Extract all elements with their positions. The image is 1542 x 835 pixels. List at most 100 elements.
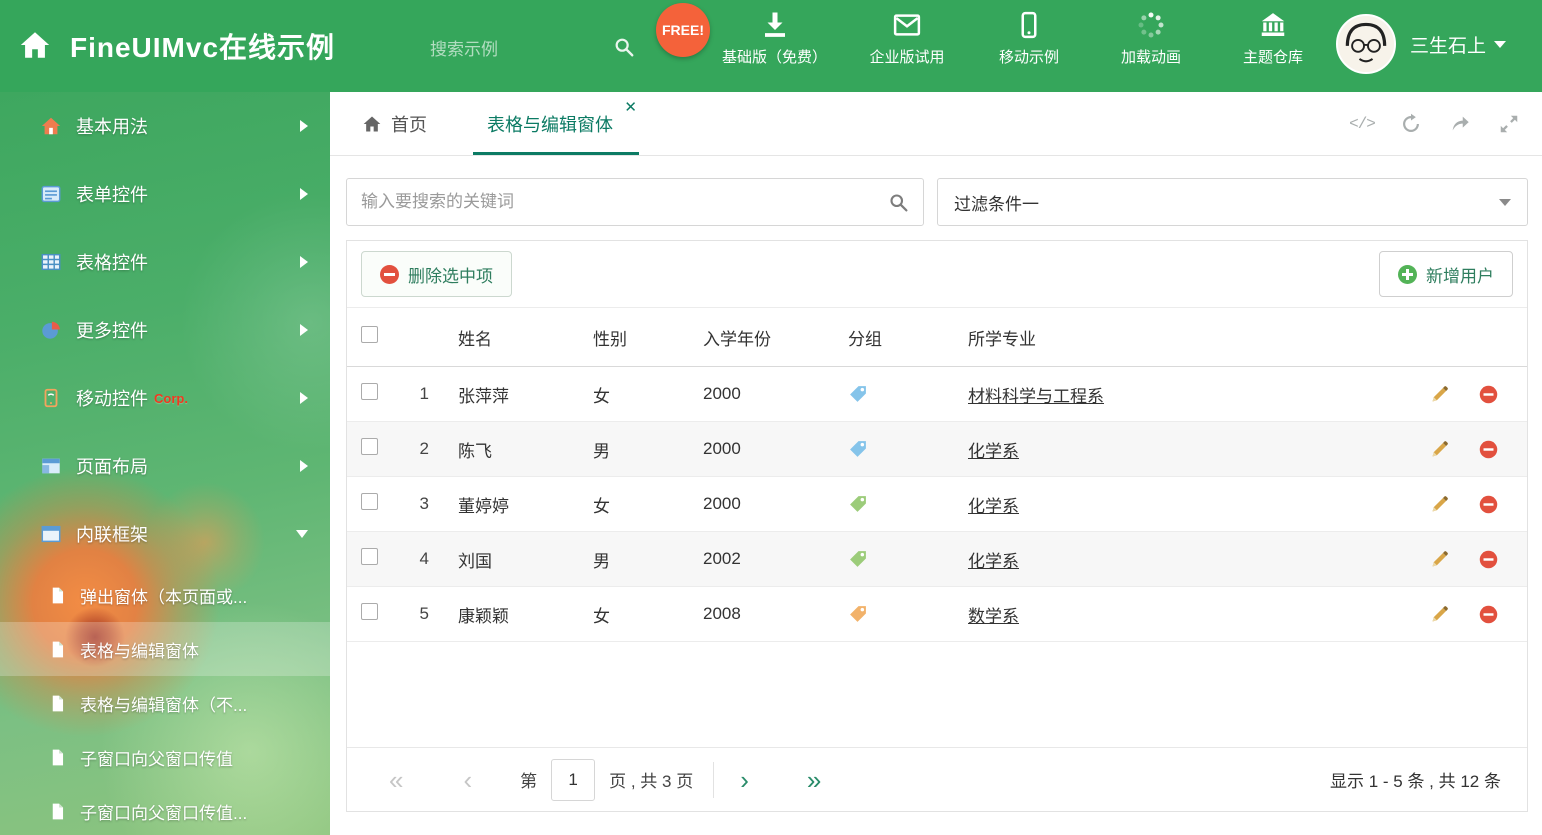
- search-icon[interactable]: [613, 36, 635, 58]
- major-link[interactable]: 化学系: [968, 497, 1019, 516]
- column-major: 所学专业: [968, 329, 1036, 349]
- username-text: 三生石上: [1410, 35, 1487, 57]
- row-checkbox[interactable]: [361, 548, 378, 565]
- first-page-button[interactable]: «: [389, 767, 403, 793]
- table-row[interactable]: 5 康颖颖 女 2008 数学系: [347, 587, 1527, 642]
- sidebar-subitem-child-to-parent[interactable]: 子窗口向父窗口传值: [0, 730, 330, 784]
- brand-home-icon[interactable]: [18, 28, 52, 62]
- page-number-input[interactable]: [551, 758, 596, 801]
- sidebar-item-label: 页面布局: [76, 457, 148, 477]
- header-search[interactable]: 搜索示例: [430, 30, 635, 64]
- spinner-icon: [1136, 10, 1166, 40]
- row-name: 张萍萍: [458, 386, 509, 406]
- row-checkbox[interactable]: [361, 603, 378, 620]
- grid-toolbar: 删除选中项 新增用户: [347, 241, 1527, 307]
- row-checkbox[interactable]: [361, 493, 378, 510]
- filter-select-value: 过滤条件一: [954, 194, 1039, 214]
- delete-row-icon[interactable]: [1478, 494, 1499, 515]
- nav-theme-store[interactable]: 主题仓库: [1231, 10, 1315, 67]
- chevron-right-icon: [300, 460, 308, 472]
- table-row[interactable]: 2 陈飞 男 2000 化学系: [347, 422, 1527, 477]
- add-user-button[interactable]: 新增用户: [1379, 251, 1513, 297]
- page-suffix-label: 页 , 共 3 页: [609, 772, 694, 791]
- edit-icon[interactable]: [1429, 439, 1450, 460]
- prev-page-button[interactable]: ‹: [463, 767, 472, 793]
- nav-basic-free[interactable]: FREE! 基础版（免费）: [656, 3, 827, 67]
- file-icon: [48, 586, 67, 605]
- nav-loading-animations[interactable]: 加载动画: [1109, 10, 1193, 67]
- edit-icon[interactable]: [1429, 384, 1450, 405]
- select-all-checkbox[interactable]: [361, 326, 378, 343]
- sidebar-subitem-label: 表格与编辑窗体: [80, 641, 199, 661]
- major-link[interactable]: 化学系: [968, 442, 1019, 461]
- edit-icon[interactable]: [1429, 494, 1450, 515]
- sidebar-item-grid-controls[interactable]: 表格控件: [0, 228, 330, 296]
- sidebar-item-iframe[interactable]: 内联框架: [0, 500, 330, 568]
- major-link[interactable]: 数学系: [968, 607, 1019, 626]
- table-icon: [40, 251, 62, 273]
- table-row[interactable]: 1 张萍萍 女 2000 材料科学与工程系: [347, 367, 1527, 422]
- table-row[interactable]: 4 刘国 男 2002 化学系: [347, 532, 1527, 587]
- file-icon: [48, 748, 67, 767]
- row-checkbox[interactable]: [361, 383, 378, 400]
- sidebar-item-more-controls[interactable]: 更多控件: [0, 296, 330, 364]
- next-page-button[interactable]: ›: [740, 767, 749, 793]
- row-checkbox[interactable]: [361, 438, 378, 455]
- refresh-icon[interactable]: [1400, 113, 1422, 135]
- edit-icon[interactable]: [1429, 604, 1450, 625]
- username: 三生石上: [1410, 31, 1507, 58]
- add-user-label: 新增用户: [1426, 266, 1494, 286]
- delete-row-icon[interactable]: [1478, 439, 1499, 460]
- sidebar-item-form-controls[interactable]: 表单控件: [0, 160, 330, 228]
- nav-label: 企业版试用: [869, 49, 945, 66]
- major-link[interactable]: 材料科学与工程系: [968, 387, 1104, 406]
- sidebar-item-label: 内联框架: [76, 525, 148, 545]
- fullscreen-icon[interactable]: [1498, 113, 1520, 135]
- last-page-button[interactable]: »: [807, 767, 821, 793]
- sidebar-subitem-grid-edit-window[interactable]: 表格与编辑窗体: [0, 622, 330, 676]
- sidebar-item-page-layout[interactable]: 页面布局: [0, 432, 330, 500]
- source-code-icon[interactable]: </>: [1349, 113, 1376, 135]
- delete-row-icon[interactable]: [1478, 384, 1499, 405]
- row-year: 2000: [703, 494, 741, 513]
- sidebar-submenu: 弹出窗体（本页面或... 表格与编辑窗体 表格与编辑窗体（不... 子窗口向父窗…: [0, 568, 330, 835]
- nav-label: 主题仓库: [1243, 49, 1304, 66]
- tab-home[interactable]: 首页: [348, 92, 441, 155]
- keyword-search-input[interactable]: [361, 192, 888, 212]
- keyword-search-box: [346, 178, 924, 226]
- filter-select[interactable]: 过滤条件一: [937, 178, 1528, 226]
- search-icon[interactable]: [888, 192, 909, 213]
- sidebar-subitem-popup-window[interactable]: 弹出窗体（本页面或...: [0, 568, 330, 622]
- row-index: 2: [419, 439, 429, 458]
- corp-badge: Corp.: [154, 390, 188, 406]
- user-menu[interactable]: 三生石上: [1336, 14, 1507, 74]
- row-gender: 男: [593, 551, 610, 571]
- column-gender: 性别: [593, 329, 627, 349]
- sidebar-subitem-grid-edit-window-alt[interactable]: 表格与编辑窗体（不...: [0, 676, 330, 730]
- sidebar-subitem-label: 弹出窗体（本页面或...: [80, 587, 248, 607]
- major-link[interactable]: 化学系: [968, 552, 1019, 571]
- delete-row-icon[interactable]: [1478, 604, 1499, 625]
- sidebar-subitem-child-to-parent-alt[interactable]: 子窗口向父窗口传值...: [0, 784, 330, 835]
- minus-circle-icon: [380, 264, 399, 284]
- tab-close-icon[interactable]: ✕: [624, 100, 637, 115]
- sidebar-item-mobile-controls[interactable]: 移动控件 Corp.: [0, 364, 330, 432]
- header-search-placeholder: 搜索示例: [430, 39, 498, 59]
- tab-grid-edit-window[interactable]: 表格与编辑窗体 ✕: [473, 92, 639, 155]
- open-in-new-icon[interactable]: [1449, 113, 1471, 135]
- table-row[interactable]: 3 董婷婷 女 2000 化学系: [347, 477, 1527, 532]
- table-header: 姓名 性别 入学年份 分组 所学专业: [347, 307, 1527, 367]
- sidebar-item-basic-usage[interactable]: 基本用法: [0, 92, 330, 160]
- row-gender: 女: [593, 496, 610, 516]
- nav-mobile-demo[interactable]: 移动示例: [987, 10, 1071, 67]
- row-year: 2008: [703, 604, 741, 623]
- chevron-down-icon: [1499, 198, 1511, 206]
- delete-selected-label: 删除选中项: [408, 266, 493, 286]
- tag-icon: [850, 496, 866, 512]
- home-icon: [40, 115, 62, 137]
- delete-row-icon[interactable]: [1478, 549, 1499, 570]
- nav-enterprise-trial[interactable]: 企业版试用: [865, 10, 949, 67]
- delete-selected-button[interactable]: 删除选中项: [361, 251, 512, 297]
- edit-icon[interactable]: [1429, 549, 1450, 570]
- row-gender: 女: [593, 386, 610, 406]
